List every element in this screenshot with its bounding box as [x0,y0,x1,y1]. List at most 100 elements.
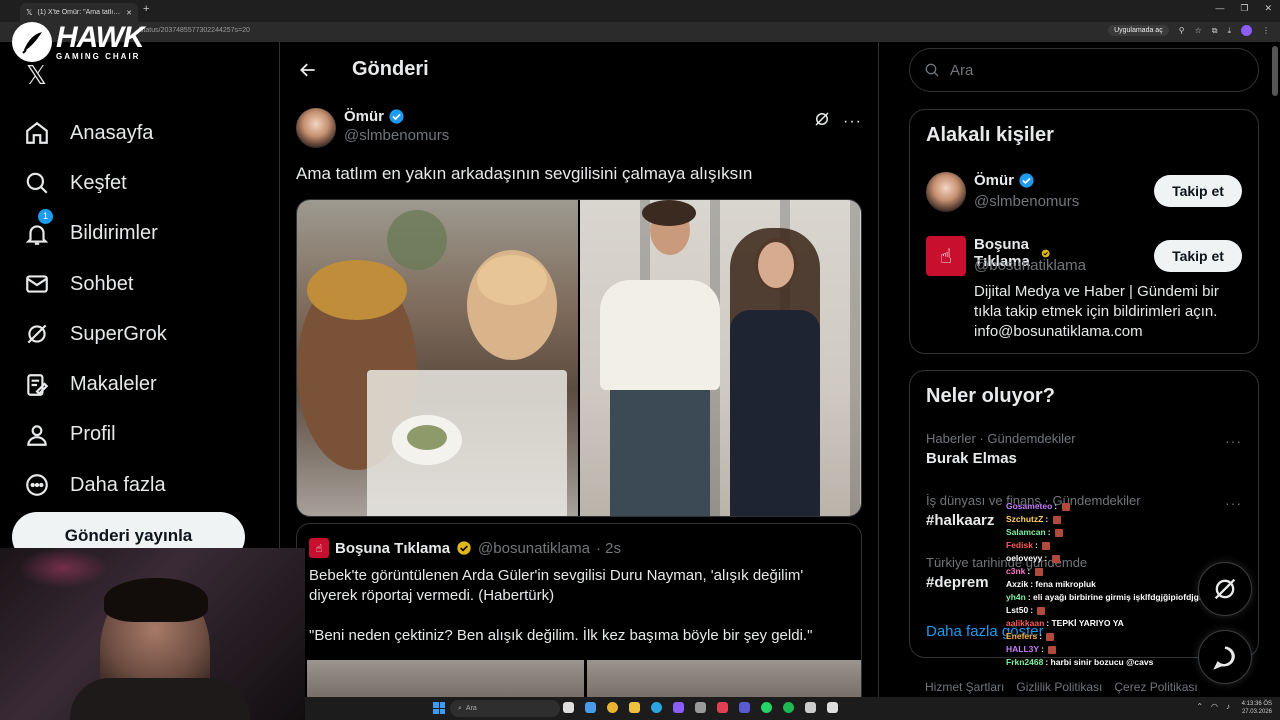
system-tray: ⌃ ◠ ♪ [1196,702,1230,711]
browser-menu-icon[interactable]: ⋮ [1262,26,1270,35]
sidebar-item-supergrok[interactable]: SuperGrok [24,309,167,359]
bookmark-icon[interactable]: ☆ [1195,26,1202,35]
tab-title: (1) X'te Ömür: "Ama tatlım en y [37,9,121,16]
chat-message: Gosameteo: [1006,500,1246,513]
app-icon[interactable] [827,702,838,713]
related-people-card: Alakalı kişiler Ömür @slmbenomurs Takip … [909,109,1259,354]
trend-item[interactable]: Haberler · Gündemdekiler Burak Elmas [926,431,1076,467]
close-window-icon[interactable]: ✕ [1264,3,1272,14]
scrollbar[interactable] [1272,46,1278,96]
sidebar-item-label: Sohbet [70,272,134,295]
download-icon[interactable]: ⤓ [1227,26,1231,36]
trend-title: Burak Elmas [926,450,1017,467]
taskbar-clock[interactable]: 4:13:36 ÖS 27.03.2026 [1242,700,1272,716]
author-handle[interactable]: @slmbenomurs [344,127,449,144]
author-avatar[interactable] [296,108,336,148]
post-media[interactable] [296,199,862,517]
follow-button[interactable]: Takip et [1154,175,1242,207]
webcam-hair [104,578,208,622]
search-input[interactable]: Ara [909,48,1259,92]
profile-avatar[interactable] [1241,25,1252,36]
quote-author-handle[interactable]: @bosunatiklama [478,540,590,557]
person-handle[interactable]: @bosunatiklama [974,257,1086,274]
person-handle[interactable]: @slmbenomurs [974,193,1079,210]
hawk-feather-icon [12,22,52,62]
taskbar-search[interactable]: ⌕ Ara [450,700,560,717]
post-photo-restaurant[interactable] [297,200,578,516]
chat-username: Salamcan [1006,527,1046,537]
gold-verified-badge-icon [457,541,471,555]
edge-icon[interactable] [651,702,662,713]
clock-date: 27.03.2026 [1241,709,1272,715]
bosuna-tiklama-avatar[interactable]: ☝ [926,236,966,276]
messages-fab-button[interactable] [1198,630,1252,684]
author-name[interactable]: Ömür [344,108,384,125]
app-icon[interactable] [695,702,706,713]
chat-message: aalikkaan: TEPKİ YARIYO YA [1006,617,1246,630]
grok-fab-button[interactable] [1198,562,1252,616]
sidebar-item-notifications[interactable]: 1 Bildirimler [24,208,167,259]
task-view-icon[interactable] [563,702,574,713]
post-photo-couple[interactable] [580,200,861,516]
browser-tab[interactable]: 𝕏 (1) X'te Ömür: "Ama tatlım en y ✕ [20,3,138,22]
tray-chevron-icon[interactable]: ⌃ [1196,702,1203,711]
chat-username: HALL3Y [1006,644,1040,654]
wifi-icon[interactable]: ◠ [1211,702,1218,711]
x-logo-icon[interactable]: 𝕏 [26,60,47,91]
footer-link[interactable]: Hizmet Şartları [925,680,1004,694]
maximize-icon[interactable]: ❐ [1240,3,1248,14]
quote-author-name[interactable]: Boşuna Tıklama [335,540,450,557]
open-in-app-button[interactable]: Uygulamada aç [1108,25,1169,36]
chat-separator: : [1039,631,1045,641]
more-options-icon[interactable]: ··· [843,113,862,131]
chat-username: Frkn2468 [1006,657,1044,667]
quoted-post[interactable]: ☝ Boşuna Tıklama @bosunatiklama · 2s Beb… [296,523,862,720]
window-controls: — ❐ ✕ [1215,3,1272,14]
widgets-icon[interactable] [585,702,596,713]
minimize-icon[interactable]: — [1215,3,1224,14]
chat-separator: : [1044,553,1050,563]
explorer-icon[interactable] [629,702,640,713]
verified-badge-icon [1019,173,1034,188]
back-arrow-icon[interactable] [296,58,320,82]
chat-separator: : [1030,605,1036,615]
tab-close-icon[interactable]: ✕ [126,9,132,17]
follow-button[interactable]: Takip et [1154,240,1242,272]
url-text[interactable]: /status/2037485577302244257s=20 [138,27,250,34]
chat-separator: : [1054,501,1060,511]
notification-badge: 1 [38,208,53,224]
sidebar-item-home[interactable]: Anasayfa [24,108,167,158]
sidebar-item-label: SuperGrok [70,322,167,345]
zoom-icon[interactable]: ⚲ [1179,26,1185,35]
whatsapp-icon[interactable] [761,702,772,713]
chat-emote-icon [1034,567,1043,576]
new-tab-button[interactable]: + [143,3,149,15]
sidebar-item-articles[interactable]: Makaleler [24,359,167,409]
app-icon[interactable] [717,702,728,713]
footer-link[interactable]: Çerez Politikası [1114,680,1197,694]
quote-paragraph-1: Bebek'te görüntülenen Arda Güler'in sevg… [309,567,804,604]
sidebar-item-explore[interactable]: Keşfet [24,158,167,208]
quoted-post-header: ☝ Boşuna Tıklama @bosunatiklama · 2s [309,538,621,558]
volume-icon[interactable]: ♪ [1226,702,1230,711]
sidebar-item-chat[interactable]: Sohbet [24,259,167,309]
person-icon [24,422,50,448]
spotify-icon[interactable] [783,702,794,713]
post-author: Ömür @slmbenomurs [344,108,449,144]
person-name[interactable]: Ömür [974,172,1014,189]
person-avatar[interactable] [926,172,966,212]
windows-start-icon[interactable] [433,702,445,714]
chrome-icon[interactable] [607,702,618,713]
chat-separator: : [1027,566,1033,576]
extensions-icon[interactable]: ⧉ [1212,26,1218,36]
app-icon[interactable] [805,702,816,713]
trend-more-icon[interactable]: ··· [1225,433,1242,449]
sidebar-item-more[interactable]: Daha fazla [24,460,167,510]
store-icon[interactable] [673,702,684,713]
sidebar-item-profile[interactable]: Profil [24,410,167,460]
footer-link[interactable]: Gizlilik Politikası [1016,680,1102,694]
app-icon[interactable] [739,702,750,713]
more-circle-icon [24,472,50,498]
chat-emote-icon [1052,515,1061,524]
grok-icon[interactable] [813,110,831,133]
